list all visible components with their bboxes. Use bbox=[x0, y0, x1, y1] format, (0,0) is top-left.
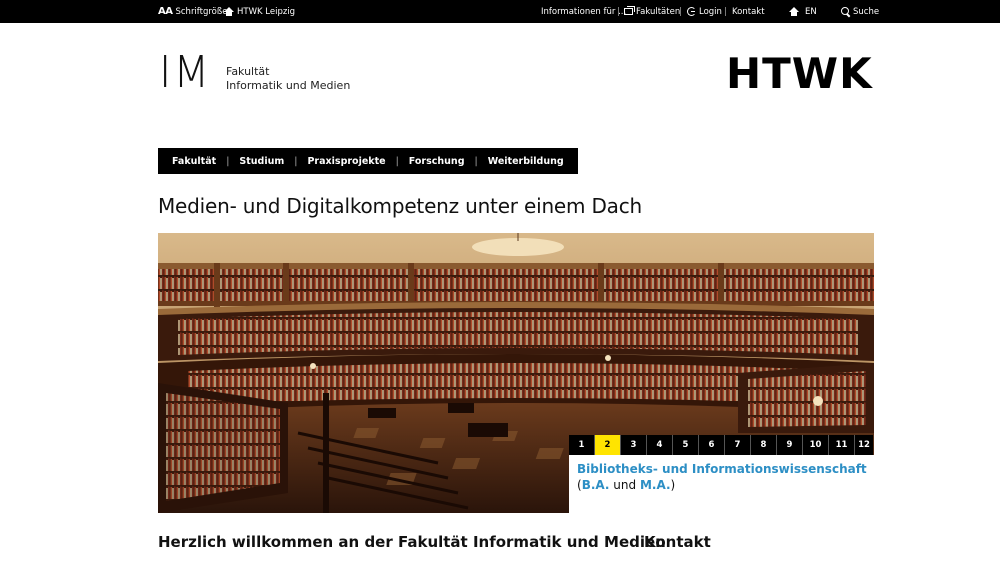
faculty-name-line2: Informatik und Medien bbox=[226, 79, 351, 92]
slider-caption: Bibliotheks- und Informationswissenschaf… bbox=[569, 455, 874, 513]
topbar-divider bbox=[680, 7, 681, 16]
login-link[interactable]: Login bbox=[687, 0, 722, 23]
slider-page-1[interactable]: 1 bbox=[569, 435, 595, 455]
font-size-toggle[interactable]: AA Schriftgröße bbox=[158, 0, 227, 23]
faculties-link[interactable]: Fakultäten bbox=[624, 0, 680, 23]
search-icon bbox=[841, 7, 850, 16]
search-label: Suche bbox=[853, 6, 880, 17]
nav-item-praxisprojekte[interactable]: Praxisprojekte bbox=[307, 156, 385, 167]
contact-label: Kontakt bbox=[732, 6, 765, 17]
caption-ba-link[interactable]: B.A. bbox=[582, 478, 610, 492]
nav-separator: | bbox=[474, 155, 478, 167]
slider-page-8[interactable]: 8 bbox=[751, 435, 777, 455]
login-label: Login bbox=[699, 6, 722, 17]
welcome-heading: Herzlich willkommen an der Fakultät Info… bbox=[158, 533, 666, 551]
login-icon bbox=[687, 7, 696, 16]
nav-item-studium[interactable]: Studium bbox=[239, 156, 284, 167]
slider-page-6[interactable]: 6 bbox=[699, 435, 725, 455]
nav-separator: | bbox=[226, 155, 230, 167]
caption-degrees: (B.A. und M.A.) bbox=[577, 477, 866, 493]
top-bar: AA Schriftgröße HTWK Leipzig Information… bbox=[0, 0, 1000, 23]
slider-page-4[interactable]: 4 bbox=[647, 435, 673, 455]
caption-and: und bbox=[609, 478, 640, 492]
faculty-name: Fakultät Informatik und Medien bbox=[226, 65, 350, 93]
faculties-label: Fakultäten bbox=[636, 6, 681, 17]
caption-title-link[interactable]: Bibliotheks- und Informationswissenschaf… bbox=[577, 461, 867, 477]
faculty-logo[interactable]: IM Fakultät Informatik und Medien bbox=[159, 47, 350, 98]
slider-page-10[interactable]: 10 bbox=[803, 435, 829, 455]
slider-page-12[interactable]: 12 bbox=[855, 435, 873, 455]
slider-page-5[interactable]: 5 bbox=[673, 435, 699, 455]
font-size-icon: AA bbox=[158, 6, 173, 17]
home-label: HTWK Leipzig bbox=[237, 6, 296, 17]
contact-heading: Kontakt bbox=[644, 533, 711, 551]
nav-separator: | bbox=[294, 155, 298, 167]
faculty-name-line1: Fakultät bbox=[226, 65, 270, 78]
htwk-logo[interactable]: HTWK bbox=[726, 53, 873, 95]
home-icon bbox=[789, 6, 799, 17]
nav-item-fakultaet[interactable]: Fakultät bbox=[172, 156, 216, 167]
caption-ma-link[interactable]: M.A. bbox=[640, 478, 671, 492]
main-navigation: Fakultät | Studium | Praxisprojekte | Fo… bbox=[158, 148, 578, 174]
slider-pagination: 1 2 3 4 5 6 7 8 9 10 11 12 bbox=[569, 435, 873, 455]
page-title: Medien- und Digitalkompetenz unter einem… bbox=[158, 194, 642, 218]
topbar-divider bbox=[725, 7, 726, 16]
slider-page-9[interactable]: 9 bbox=[777, 435, 803, 455]
faculties-icon bbox=[624, 5, 635, 15]
font-size-label: Schriftgröße bbox=[175, 6, 228, 17]
slider-page-11[interactable]: 11 bbox=[829, 435, 855, 455]
home-icon bbox=[224, 6, 234, 17]
caption-close-paren: ) bbox=[670, 478, 676, 492]
language-label: EN bbox=[805, 6, 817, 17]
search-button[interactable]: Suche bbox=[841, 0, 879, 23]
im-logo-mark: IM bbox=[159, 47, 212, 98]
info-for-menu[interactable]: Informationen für ... bbox=[541, 0, 626, 23]
nav-separator: | bbox=[395, 155, 399, 167]
slider-page-2[interactable]: 2 bbox=[595, 435, 621, 455]
contact-link[interactable]: Kontakt bbox=[732, 0, 765, 23]
topbar-divider bbox=[618, 7, 619, 16]
slider-page-7[interactable]: 7 bbox=[725, 435, 751, 455]
language-switch[interactable]: EN bbox=[789, 0, 817, 23]
nav-item-weiterbildung[interactable]: Weiterbildung bbox=[488, 156, 564, 167]
info-for-label: Informationen für ... bbox=[541, 6, 627, 17]
home-link[interactable]: HTWK Leipzig bbox=[224, 0, 295, 23]
nav-item-forschung[interactable]: Forschung bbox=[409, 156, 465, 167]
slider-page-3[interactable]: 3 bbox=[621, 435, 647, 455]
